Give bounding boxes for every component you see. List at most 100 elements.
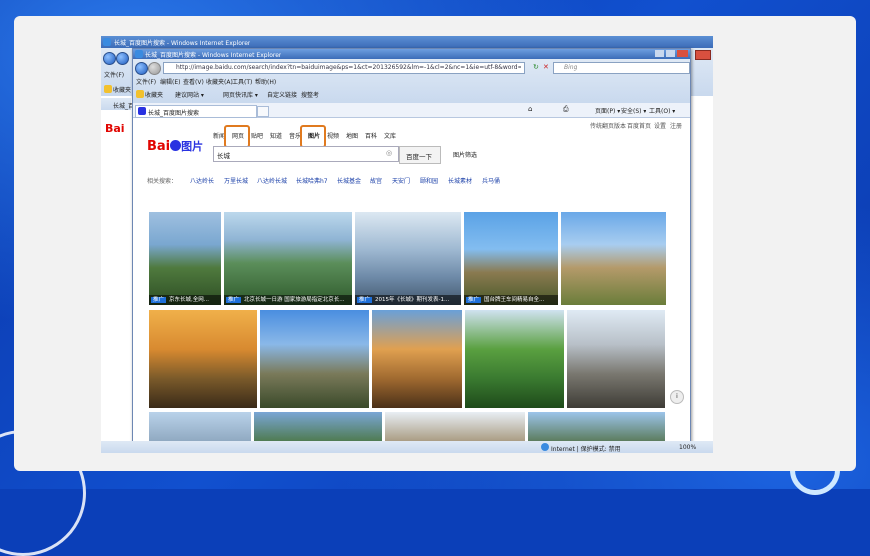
- related-link[interactable]: 故宫: [370, 176, 382, 185]
- image-filter[interactable]: 图片筛选: [453, 150, 477, 159]
- outer-menu-file[interactable]: 文件(F): [104, 70, 124, 79]
- star-icon: [104, 85, 112, 93]
- browser-screenshot: 长城_百度图片搜索 - Windows Internet Explorer 文件…: [101, 36, 713, 453]
- image-caption: 推广 北京长城一日游 国家旅游局指定北京长...: [224, 295, 352, 305]
- camera-icon[interactable]: ◎: [386, 149, 392, 157]
- result-image[interactable]: 推广 2015年《长城》期刊发表-1...: [355, 212, 461, 305]
- search-button-label: 百度一下: [406, 153, 432, 161]
- related-link[interactable]: 天安门: [392, 176, 410, 185]
- outer-title: 长城_百度图片搜索 - Windows Internet Explorer: [114, 40, 251, 47]
- new-tab-button[interactable]: [257, 106, 269, 117]
- nav-baike[interactable]: 百科: [365, 131, 377, 140]
- menu-item-tools[interactable]: 工具(T): [232, 77, 252, 86]
- nav-map[interactable]: 地图: [346, 131, 358, 140]
- ie-icon: [103, 38, 111, 46]
- baidu-search-button[interactable]: 百度一下: [399, 146, 441, 164]
- menu-item-edit[interactable]: 编辑(E): [160, 77, 180, 86]
- search-input[interactable]: Bing: [553, 62, 690, 74]
- ad-tag: 推广: [226, 297, 242, 303]
- home-icon[interactable]: ⌂: [528, 105, 532, 113]
- result-image[interactable]: [254, 412, 382, 442]
- result-image[interactable]: [561, 212, 666, 305]
- result-image[interactable]: 推广 北京长城一日游 国家旅游局指定北京长...: [224, 212, 352, 305]
- top-link[interactable]: 注册: [670, 121, 682, 130]
- baidu-paw-icon: [170, 140, 182, 151]
- baidu-search-input[interactable]: 长城 ◎: [213, 146, 399, 162]
- result-image[interactable]: [567, 310, 665, 408]
- address-bar[interactable]: http://image.baidu.com/search/index?tn=b…: [163, 62, 525, 74]
- top-link[interactable]: 百度首页: [627, 121, 651, 130]
- query-text: 长城: [217, 152, 230, 160]
- print-icon[interactable]: ⎙: [563, 105, 569, 114]
- related-link[interactable]: 颐和园: [420, 176, 438, 185]
- caption-text: 2015年《长城》期刊发表-1...: [375, 297, 450, 303]
- result-image[interactable]: 推广 京东长城,全网...: [149, 212, 221, 305]
- cmd-tools[interactable]: 工具(O) ▾: [649, 106, 675, 115]
- tab-baidu-images[interactable]: 长城_百度图片搜索: [135, 105, 257, 118]
- nav-zhidao[interactable]: 知道: [270, 131, 282, 140]
- result-image[interactable]: 推广 国台牌王车间精易自全...: [464, 212, 558, 305]
- fav-item[interactable]: 建议网站 ▾: [175, 90, 204, 99]
- close-button[interactable]: [677, 50, 688, 57]
- result-image[interactable]: [465, 310, 564, 408]
- outer-close-icon[interactable]: [695, 50, 711, 60]
- fav-item[interactable]: 搜整考: [301, 90, 319, 99]
- refresh-icon[interactable]: ↻: [533, 63, 539, 71]
- baidu-paw-icon: [138, 107, 146, 115]
- related-link[interactable]: 长城哈弗h7: [296, 176, 328, 185]
- menu-item-view[interactable]: 查看(V): [183, 77, 204, 86]
- inner-window: 长城_百度图片搜索 - Windows Internet Explorer ht…: [132, 48, 691, 453]
- related-link[interactable]: 长城素材: [448, 176, 472, 185]
- outer-status-zone: Internet | 保护模式: 禁用: [551, 446, 621, 453]
- result-image[interactable]: [385, 412, 525, 442]
- back-arrow-icon[interactable]: [135, 62, 148, 75]
- outer-baidu-logo: Bai: [105, 122, 125, 135]
- ad-tag: 推广: [466, 297, 482, 303]
- outer-back-arrow-icon[interactable]: [103, 52, 116, 65]
- result-image[interactable]: [372, 310, 462, 408]
- maximize-button[interactable]: [666, 50, 675, 57]
- related-link[interactable]: 万里长城: [224, 176, 248, 185]
- outer-forward-arrow-icon[interactable]: [116, 52, 129, 65]
- forward-arrow-icon[interactable]: [148, 62, 161, 75]
- outer-zoom-level[interactable]: 100%: [679, 444, 696, 451]
- result-image[interactable]: [149, 412, 251, 442]
- cmd-safety[interactable]: 安全(S) ▾: [621, 106, 646, 115]
- result-image[interactable]: [149, 310, 257, 408]
- image-caption: 推广 2015年《长城》期刊发表-1...: [355, 295, 461, 305]
- fav-item[interactable]: 收藏夹: [145, 90, 163, 99]
- inner-title: 长城_百度图片搜索 - Windows Internet Explorer: [145, 52, 282, 59]
- nav-tieba[interactable]: 贴吧: [251, 131, 263, 140]
- outer-favorites[interactable]: 收藏夹: [113, 85, 131, 94]
- related-link[interactable]: 长城基金: [337, 176, 361, 185]
- address-url: http://image.baidu.com/search/index?tn=b…: [176, 64, 521, 71]
- cmd-page[interactable]: 页面(P) ▾: [595, 106, 620, 115]
- fav-item[interactable]: 网页快讯库 ▾: [223, 90, 258, 99]
- tab-label: 长城_百度图片搜索: [148, 110, 200, 117]
- top-link[interactable]: 设置: [654, 121, 666, 130]
- minimize-button[interactable]: [655, 50, 664, 57]
- related-link[interactable]: 兵马俑: [482, 176, 500, 185]
- result-image[interactable]: [528, 412, 665, 442]
- scroll-info-icon[interactable]: i: [670, 390, 684, 404]
- nav-video[interactable]: 视频: [327, 131, 339, 140]
- related-link[interactable]: 八达岭长城: [257, 176, 287, 185]
- baidu-logo: Bai 图片: [147, 138, 203, 154]
- result-image[interactable]: [260, 310, 369, 408]
- fav-item[interactable]: 自定义链接: [267, 90, 297, 99]
- menu-item-favorites[interactable]: 收藏夹(A): [206, 77, 233, 86]
- baidu-logo-cn: 图片: [181, 140, 204, 153]
- nav-wenku[interactable]: 文库: [384, 131, 396, 140]
- ad-tag: 推广: [151, 297, 167, 303]
- outer-titlebar: 长城_百度图片搜索 - Windows Internet Explorer: [101, 36, 713, 48]
- outer-tab-label: 长城_百: [113, 103, 135, 110]
- inner-toolbars: http://image.baidu.com/search/index?tn=b…: [133, 59, 690, 103]
- related-label: 相关搜索：: [147, 178, 178, 185]
- menu-item-file[interactable]: 文件(F): [136, 77, 156, 86]
- stop-icon[interactable]: ✕: [543, 63, 549, 71]
- highlight-images: [300, 125, 326, 148]
- menu-item-help[interactable]: 帮助(H): [255, 77, 276, 86]
- top-link[interactable]: 传统翻页版本: [590, 121, 626, 130]
- outer-tab[interactable]: 长城_百: [101, 98, 135, 110]
- related-link[interactable]: 八达岭长: [190, 176, 214, 185]
